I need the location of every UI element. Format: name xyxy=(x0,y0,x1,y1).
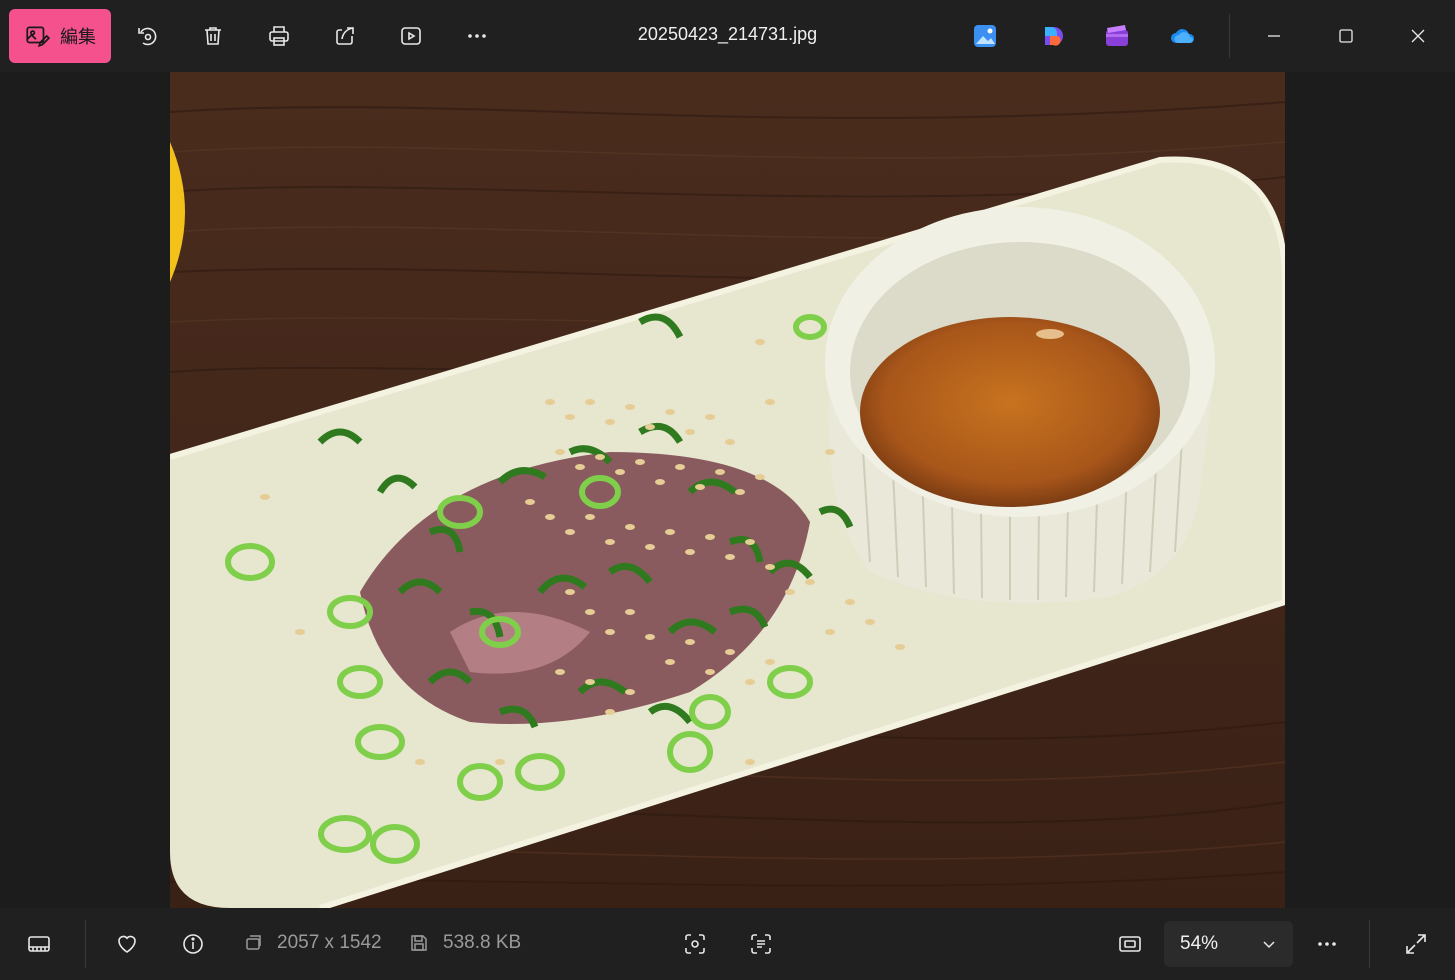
onedrive-app-icon xyxy=(1171,29,1195,43)
edit-button-label: 編集 xyxy=(60,27,96,47)
photo-viewport[interactable] xyxy=(0,72,1455,908)
clipchamp-app-button[interactable] xyxy=(1101,20,1133,52)
more-icon xyxy=(468,34,486,38)
top-toolbar: 編集 20250423_214731.jpg xyxy=(0,0,1455,72)
more-options-button[interactable] xyxy=(457,16,497,56)
expand-icon xyxy=(1406,934,1426,954)
copilot-app-button[interactable] xyxy=(1037,20,1069,52)
slideshow-icon xyxy=(401,27,421,45)
zoom-level-dropdown[interactable]: 54% xyxy=(1164,921,1293,967)
clipchamp-app-icon xyxy=(1106,25,1128,46)
full-screen-button[interactable] xyxy=(1396,924,1436,964)
minimize-icon xyxy=(1268,35,1280,37)
photos-app-icon xyxy=(974,25,996,47)
close-icon xyxy=(1411,29,1425,43)
scan-text-button[interactable] xyxy=(741,924,781,964)
favorite-button[interactable] xyxy=(107,924,147,964)
print-icon xyxy=(269,26,289,46)
maximize-icon xyxy=(1339,29,1353,43)
actual-size-button[interactable] xyxy=(1110,924,1150,964)
more-icon xyxy=(1318,942,1336,946)
image-file-size: 538.8 KB xyxy=(409,932,521,954)
bottom-separator xyxy=(85,920,86,968)
file-info-button[interactable] xyxy=(173,924,213,964)
maximize-button[interactable] xyxy=(1318,12,1374,60)
filmstrip-icon xyxy=(28,936,50,952)
fit-to-window-icon xyxy=(1119,936,1141,952)
minimize-button[interactable] xyxy=(1246,12,1302,60)
resolution-icon xyxy=(246,935,261,950)
info-icon xyxy=(183,934,203,954)
file-size-text: 538.8 KB xyxy=(443,932,522,953)
edit-image-icon xyxy=(26,26,50,48)
image-dimensions: 2057 x 1542 xyxy=(243,932,382,954)
copilot-app-icon xyxy=(1045,27,1063,46)
close-button[interactable] xyxy=(1390,12,1446,60)
file-name-title: 20250423_214731.jpg xyxy=(637,24,818,44)
print-button[interactable] xyxy=(259,16,299,56)
bottom-separator-right xyxy=(1369,920,1370,968)
toolbar-separator xyxy=(1229,14,1230,58)
slideshow-button[interactable] xyxy=(391,16,431,56)
dimensions-text: 2057 x 1542 xyxy=(277,932,382,953)
food-photo xyxy=(170,72,1285,908)
save-disk-icon xyxy=(411,935,427,951)
bottom-more-button[interactable] xyxy=(1307,924,1347,964)
rotate-icon xyxy=(138,27,157,46)
rotate-button[interactable] xyxy=(127,16,167,56)
share-icon xyxy=(336,27,354,45)
photo-image xyxy=(170,72,1285,908)
onedrive-app-button[interactable] xyxy=(1167,20,1199,52)
share-button[interactable] xyxy=(325,16,365,56)
visual-search-icon xyxy=(685,934,705,954)
delete-icon xyxy=(205,27,221,45)
edit-button[interactable]: 編集 xyxy=(9,9,111,63)
bottom-toolbar: 2057 x 1542 538.8 KB 54% xyxy=(0,908,1455,980)
filmstrip-button[interactable] xyxy=(19,924,59,964)
delete-button[interactable] xyxy=(193,16,233,56)
zoom-level-value: 54% xyxy=(1180,933,1219,954)
scan-text-icon xyxy=(751,934,771,954)
visual-search-button[interactable] xyxy=(675,924,715,964)
heart-icon xyxy=(118,935,136,953)
photos-app-button[interactable] xyxy=(969,20,1001,52)
chevron-down-icon xyxy=(1263,941,1275,949)
